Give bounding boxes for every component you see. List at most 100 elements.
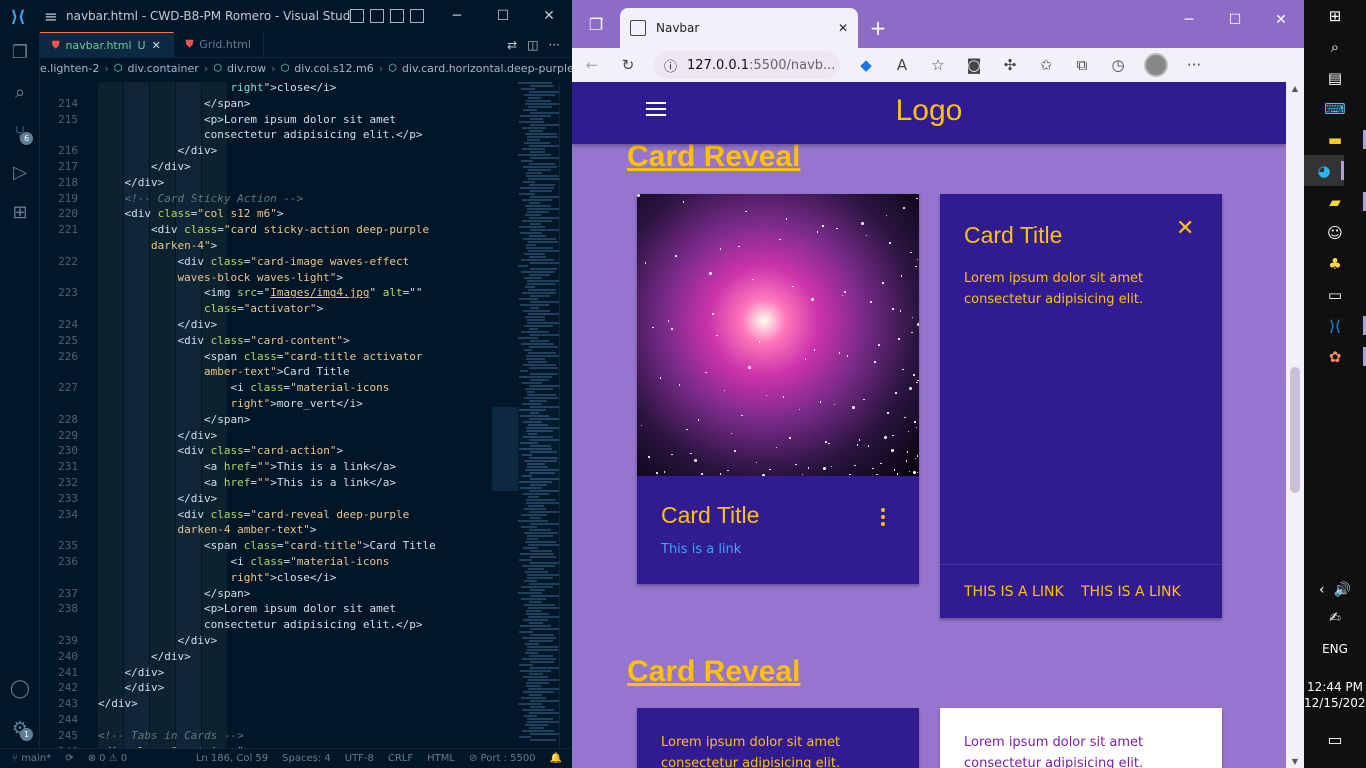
code-line[interactable]: darken-4 amber-text"> xyxy=(40,522,558,538)
indentation[interactable]: Spaces: 4 xyxy=(282,753,331,764)
code-line[interactable]: 236 <i class="material-icons xyxy=(40,554,558,570)
reveal-card-title[interactable]: Card Title xyxy=(964,222,1062,249)
card-action-link-1[interactable]: This is a link xyxy=(964,584,1064,600)
paint-icon[interactable]: ✿ xyxy=(1304,341,1366,372)
code-line[interactable]: darken-4"> xyxy=(40,238,558,254)
read-aloud-icon[interactable]: A xyxy=(892,56,912,74)
settings-more-icon[interactable]: ··· xyxy=(1184,56,1204,74)
action-center-icon[interactable]: ▭ xyxy=(1304,730,1366,749)
code-line[interactable]: 234 <div class="card-reveal deep-purple xyxy=(40,507,558,523)
search-icon[interactable]: ⌕ xyxy=(0,72,40,112)
notifications-bell-icon[interactable]: 🔔 xyxy=(550,753,562,764)
code-line[interactable]: 214 </span> xyxy=(40,96,558,112)
language-mode[interactable]: HTML xyxy=(427,753,455,764)
code-line[interactable]: 218 </div> xyxy=(40,175,558,191)
tab-close-icon[interactable]: ✕ xyxy=(152,39,161,52)
address-bar[interactable]: ⓘ 127.0.0.1:5500/navb... xyxy=(654,51,840,79)
collections-icon[interactable]: ⧉ xyxy=(1072,56,1092,74)
code-line[interactable]: 228 </span> xyxy=(40,412,558,428)
source-control-icon[interactable]: ⑂ 6 xyxy=(0,112,40,152)
manage-gear-icon[interactable]: ⚙ 1 xyxy=(0,708,40,748)
tab-actions-icon[interactable]: ❐ xyxy=(572,0,620,48)
card-link[interactable]: This is a link xyxy=(661,542,741,557)
menu-icon[interactable]: ≡ xyxy=(36,7,66,26)
pen-icon[interactable]: ✍ xyxy=(1304,610,1366,626)
show-hidden-icons-chevron-icon[interactable]: ‹ xyxy=(1319,582,1325,598)
scroll-up-arrow-icon[interactable]: ▲ xyxy=(1286,84,1304,93)
extensions-puzzle-icon[interactable]: ✣ xyxy=(1000,56,1020,74)
code-line[interactable]: amber-text">Card Title xyxy=(40,364,558,380)
close-icon[interactable]: ✕ xyxy=(526,8,572,24)
card-image-nebula[interactable] xyxy=(637,194,919,476)
accounts-icon[interactable]: ◯ xyxy=(0,668,40,708)
editor-scrollbar[interactable] xyxy=(559,82,572,748)
code-line[interactable]: right">more_vert</i> xyxy=(40,396,558,412)
code-line[interactable]: consectetur adipisicing elit.</p> xyxy=(40,127,558,143)
clock-date[interactable]: 12/15/2022 xyxy=(1304,696,1366,710)
breadcrumb-item[interactable]: div.container xyxy=(128,62,199,75)
search-icon[interactable]: ⌕ xyxy=(1304,31,1366,62)
branch-indicator[interactable]: ⑂ main* xyxy=(12,753,51,764)
card-title[interactable]: Card Title xyxy=(661,502,759,529)
clock-time[interactable]: 12:44 PM xyxy=(1304,680,1366,694)
site-info-icon[interactable]: ⓘ xyxy=(664,56,677,75)
code-line[interactable]: 226 <span class="card-title activator xyxy=(40,349,558,365)
browser-maximize-icon[interactable]: ☐ xyxy=(1212,0,1258,40)
explorer-icon[interactable]: ❐ xyxy=(0,32,40,72)
code-line[interactable]: waves-block waves-light"> xyxy=(40,270,558,286)
task-view-icon[interactable]: ▤ xyxy=(1304,62,1366,93)
vscode-taskbar-icon[interactable]: ⟩⟨ xyxy=(1304,310,1366,341)
code-line[interactable]: 224 </div> xyxy=(40,317,558,333)
maximize-icon[interactable]: ☐ xyxy=(480,8,526,24)
open-changes-icon[interactable]: ⇄ xyxy=(507,38,517,52)
code-line[interactable]: 244 xyxy=(40,712,558,728)
code-line[interactable]: 245 <!-- Tabs in Cards --> xyxy=(40,728,558,744)
minimap[interactable] xyxy=(518,82,564,748)
code-line[interactable]: 239 </div> xyxy=(40,633,558,649)
history-icon[interactable]: ◷ xyxy=(1108,56,1128,74)
code-line[interactable]: 221 <div class="card sticky-action deep-… xyxy=(40,222,558,238)
problems-indicator[interactable]: ⊗ 0 ⚠ 0 xyxy=(88,753,128,764)
code-line[interactable]: class="activator"> xyxy=(40,301,558,317)
live-server-port[interactable]: ⊘ Port : 5500 xyxy=(469,753,536,764)
code-line[interactable]: 233 </div> xyxy=(40,491,558,507)
new-tab-plus-icon[interactable]: + xyxy=(858,8,898,48)
favorites-icon[interactable]: ✩ xyxy=(1036,56,1056,74)
sync-icon[interactable]: ⟳ xyxy=(65,753,73,764)
extensions-icon[interactable]: ⊞ xyxy=(0,192,40,232)
code-line[interactable]: 225 <div class="card-content"> xyxy=(40,333,558,349)
scroll-down-arrow-icon[interactable]: ▼ xyxy=(1286,757,1304,766)
cursor-position[interactable]: Ln 186, Col 59 xyxy=(196,753,268,764)
code-editor[interactable]: right">close</i> 214 </span> 215 <p>Lorem … xyxy=(40,82,558,748)
more-vert-icon[interactable] xyxy=(881,508,885,529)
tab-navbar-html[interactable]: ⛊ navbar.html U ✕ xyxy=(40,32,174,57)
customize-layout-icon[interactable] xyxy=(410,9,424,23)
code-line[interactable]: right">close</i> xyxy=(40,82,558,96)
code-line[interactable]: right">close</i> xyxy=(40,570,558,586)
notification-app-icon[interactable]: ♣ xyxy=(1304,248,1366,279)
remote-desktop-icon[interactable]: ▭ xyxy=(1304,279,1366,310)
coupon-tag-icon[interactable]: ◆ xyxy=(856,56,876,74)
end-of-line[interactable]: CRLF xyxy=(388,753,413,764)
code-line[interactable]: 231 <a href="">This is a link</a> xyxy=(40,459,558,475)
browser-tab-close-icon[interactable]: ✕ xyxy=(838,21,848,35)
code-line[interactable]: 243 </div> xyxy=(40,696,558,712)
code-line[interactable]: 238 <p>Lorem ipsum dolor sit amet xyxy=(40,601,558,617)
volume-icon[interactable]: 🔊 xyxy=(1334,582,1351,598)
code-line[interactable]: 219 <!-- Card Sticky Action --> xyxy=(40,191,558,207)
code-line[interactable]: 216 </div> xyxy=(40,143,558,159)
brand-logo[interactable]: Logo xyxy=(572,94,1286,128)
code-line[interactable]: consectetur adipisicing elit.</p> xyxy=(40,617,558,633)
vscode-logo-icon[interactable]: ⟩⟨ xyxy=(0,0,36,32)
code-line[interactable]: 240 </div> xyxy=(40,649,558,665)
code-line[interactable]: 230 <div class="card-action"> xyxy=(40,443,558,459)
page-scrollbar[interactable]: ▲ ▼ xyxy=(1286,82,1304,768)
browser-tab-navbar[interactable]: Navbar ✕ xyxy=(620,8,858,48)
screenshot-camera-icon[interactable]: ◙ xyxy=(964,56,984,74)
input-language[interactable]: ENG xyxy=(1304,642,1366,656)
code-line[interactable]: 223 <img src="Images/img4.jpg" alt="" xyxy=(40,285,558,301)
breadcrumb-item[interactable]: div.card.horizontal.deep-purple.darken-4 xyxy=(402,62,572,75)
code-line[interactable]: 227 <i class="material-icons xyxy=(40,380,558,396)
code-line[interactable]: 217 </div> xyxy=(40,159,558,175)
code-line[interactable]: 229 </div> xyxy=(40,428,558,444)
